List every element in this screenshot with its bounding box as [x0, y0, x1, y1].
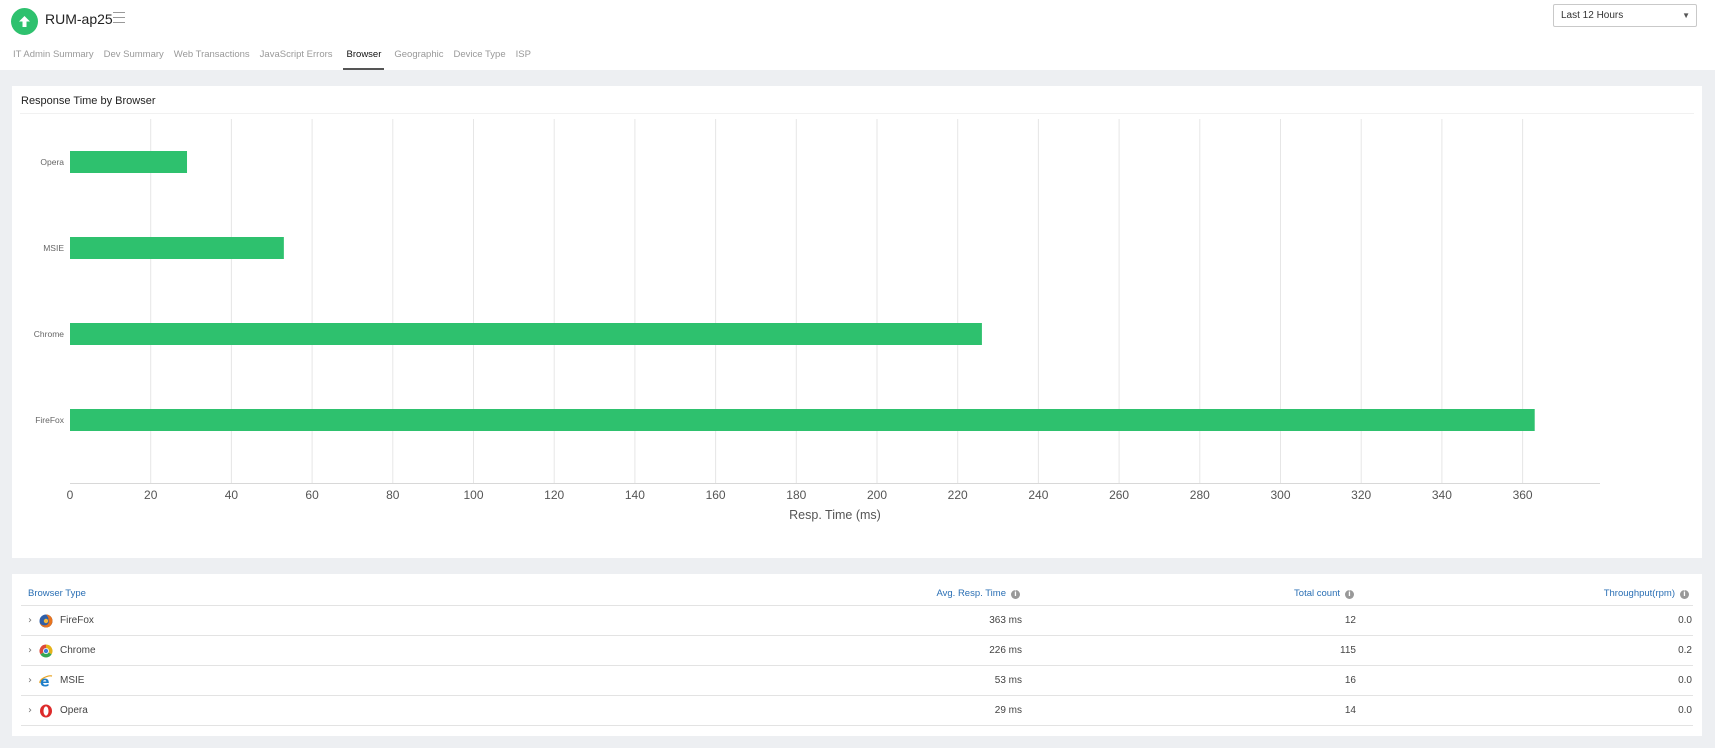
x-tick-label: 80: [386, 488, 400, 502]
info-icon: i: [1345, 590, 1354, 599]
browser-name: Opera: [60, 705, 88, 716]
browser-name: FireFox: [60, 615, 94, 626]
x-tick-label: 40: [225, 488, 239, 502]
table-row[interactable]: › e MSIE 53 ms 16 0.0: [21, 666, 1693, 696]
avg-resp-time: 363 ms: [989, 615, 1022, 626]
chevron-right-icon[interactable]: ›: [28, 675, 32, 686]
column-header-throughput-label: Throughput(rpm): [1603, 588, 1675, 599]
x-tick-label: 320: [1351, 488, 1371, 502]
x-tick-label: 0: [67, 488, 74, 502]
total-count: 115: [1340, 645, 1356, 656]
tab-javascript-errors[interactable]: JavaScript Errors: [260, 44, 333, 70]
column-header-throughput[interactable]: Throughput(rpm) i: [1604, 588, 1689, 599]
x-tick-label: 240: [1028, 488, 1048, 502]
x-tick-label: 220: [948, 488, 968, 502]
y-category-label: MSIE: [43, 243, 64, 253]
throughput: 0.0: [1678, 705, 1692, 716]
status-up-icon: [11, 8, 38, 35]
throughput: 0.0: [1678, 615, 1692, 626]
tab-it-admin-summary[interactable]: IT Admin Summary: [13, 44, 94, 70]
throughput: 0.0: [1678, 675, 1692, 686]
chevron-down-icon: ▼: [1682, 11, 1690, 20]
table-row[interactable]: › Chrome 226 ms 115 0.2: [21, 636, 1693, 666]
chevron-right-icon[interactable]: ›: [28, 615, 32, 626]
table-row[interactable]: › Opera 29 ms 14 0.0: [21, 696, 1693, 726]
avg-resp-time: 226 ms: [989, 645, 1022, 656]
info-icon: i: [1011, 590, 1020, 599]
x-tick-label: 20: [144, 488, 158, 502]
tab-web-transactions[interactable]: Web Transactions: [174, 44, 250, 70]
y-category-label: Chrome: [34, 329, 65, 339]
bar: [70, 237, 284, 259]
time-range-select[interactable]: Last 12 Hours ▼: [1553, 4, 1697, 27]
table-row[interactable]: › FireFox 363 ms 12 0.0: [21, 606, 1693, 636]
browser-name: MSIE: [60, 675, 85, 686]
tab-isp[interactable]: ISP: [516, 44, 531, 70]
column-header-browser[interactable]: Browser Type: [28, 588, 86, 599]
time-range-value: Last 12 Hours: [1561, 10, 1624, 21]
tab-dev-summary[interactable]: Dev Summary: [104, 44, 164, 70]
top-bar: RUM-ap25 Last 12 Hours ▼ IT Admin Summar…: [0, 0, 1715, 70]
chrome-icon: [39, 644, 53, 658]
x-tick-label: 120: [544, 488, 564, 502]
x-tick-label: 180: [786, 488, 806, 502]
opera-icon: [39, 704, 53, 718]
total-count: 16: [1344, 675, 1356, 686]
bar: [70, 409, 1535, 431]
x-tick-label: 360: [1513, 488, 1533, 502]
info-icon: i: [1680, 590, 1689, 599]
bar-chart: 0 20 40 60 80 100 120 140 160 180 200 220 240 260 280 3…: [34, 119, 1600, 522]
y-category-label: Opera: [40, 157, 64, 167]
x-axis-title: Resp. Time (ms): [789, 508, 881, 522]
bar: [70, 323, 982, 345]
column-header-avg-resp[interactable]: Avg. Resp. Time i: [936, 588, 1020, 599]
tab-bar: IT Admin Summary Dev Summary Web Transacti…: [13, 44, 541, 70]
response-time-chart-panel: Response Time by Browser 0 20 40 60 80 100 120…: [12, 86, 1702, 558]
tab-geographic[interactable]: Geographic: [394, 44, 443, 70]
browser-name: Chrome: [60, 645, 96, 656]
x-tick-label: 100: [463, 488, 483, 502]
x-tick-label: 300: [1270, 488, 1290, 502]
browser-table-panel: Browser Type Avg. Resp. Time i Total coun…: [12, 574, 1702, 736]
avg-resp-time: 29 ms: [994, 705, 1022, 716]
x-tick-label: 280: [1190, 488, 1210, 502]
x-tick-label: 340: [1432, 488, 1452, 502]
ie-icon: e: [39, 674, 53, 691]
tab-device-type[interactable]: Device Type: [454, 44, 506, 70]
total-count: 12: [1344, 615, 1356, 626]
y-category-label: FireFox: [35, 415, 65, 425]
x-tick-label: 60: [305, 488, 319, 502]
tab-browser[interactable]: Browser: [342, 44, 385, 70]
column-header-count-label: Total count: [1294, 588, 1340, 599]
column-header-browser-label: Browser Type: [28, 588, 86, 599]
column-header-count[interactable]: Total count i: [1294, 588, 1354, 599]
chevron-right-icon[interactable]: ›: [28, 645, 32, 656]
chevron-right-icon[interactable]: ›: [28, 705, 32, 716]
column-header-avg-resp-label: Avg. Resp. Time: [936, 588, 1006, 599]
x-tick-label: 260: [1109, 488, 1129, 502]
firefox-icon: [39, 614, 53, 628]
avg-resp-time: 53 ms: [994, 675, 1022, 686]
x-tick-label: 200: [867, 488, 887, 502]
menu-icon[interactable]: [113, 12, 125, 23]
x-tick-label: 140: [625, 488, 645, 502]
total-count: 14: [1344, 705, 1356, 716]
monitor-name: RUM-ap25: [45, 11, 113, 27]
bar: [70, 151, 188, 173]
divider: [21, 725, 1693, 726]
x-tick-label: 160: [706, 488, 726, 502]
throughput: 0.2: [1678, 645, 1692, 656]
